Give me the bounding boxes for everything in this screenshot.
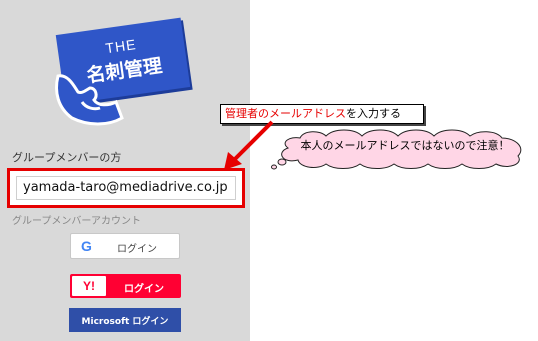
- google-icon: G: [81, 238, 92, 254]
- hand-icon: [55, 74, 124, 126]
- group-member-label: グループメンバーの方: [12, 151, 122, 164]
- cloud-warning-text: 本人のメールアドレスではないので注意！: [300, 139, 510, 152]
- google-login-button[interactable]: G ログイン: [70, 233, 180, 259]
- yahoo-icon: Y!: [72, 276, 106, 296]
- google-login-label: ログイン: [117, 244, 157, 255]
- yahoo-login-button[interactable]: Y! ログイン: [70, 274, 181, 298]
- yahoo-login-label: ログイン: [124, 284, 164, 295]
- email-input[interactable]: yamada-taro@mediadrive.co.jp: [16, 176, 236, 200]
- callout-black-text: を入力する: [346, 107, 401, 120]
- email-highlight-frame: yamada-taro@mediadrive.co.jp: [7, 168, 245, 208]
- microsoft-login-button[interactable]: Microsoft ログイン: [69, 308, 181, 332]
- microsoft-login-label: Microsoft ログイン: [81, 317, 169, 327]
- login-panel: THE 名刺管理 グループメンバーの方 yamada-taro@mediadri…: [0, 0, 250, 341]
- group-account-label: グループメンバーアカウント: [12, 216, 141, 227]
